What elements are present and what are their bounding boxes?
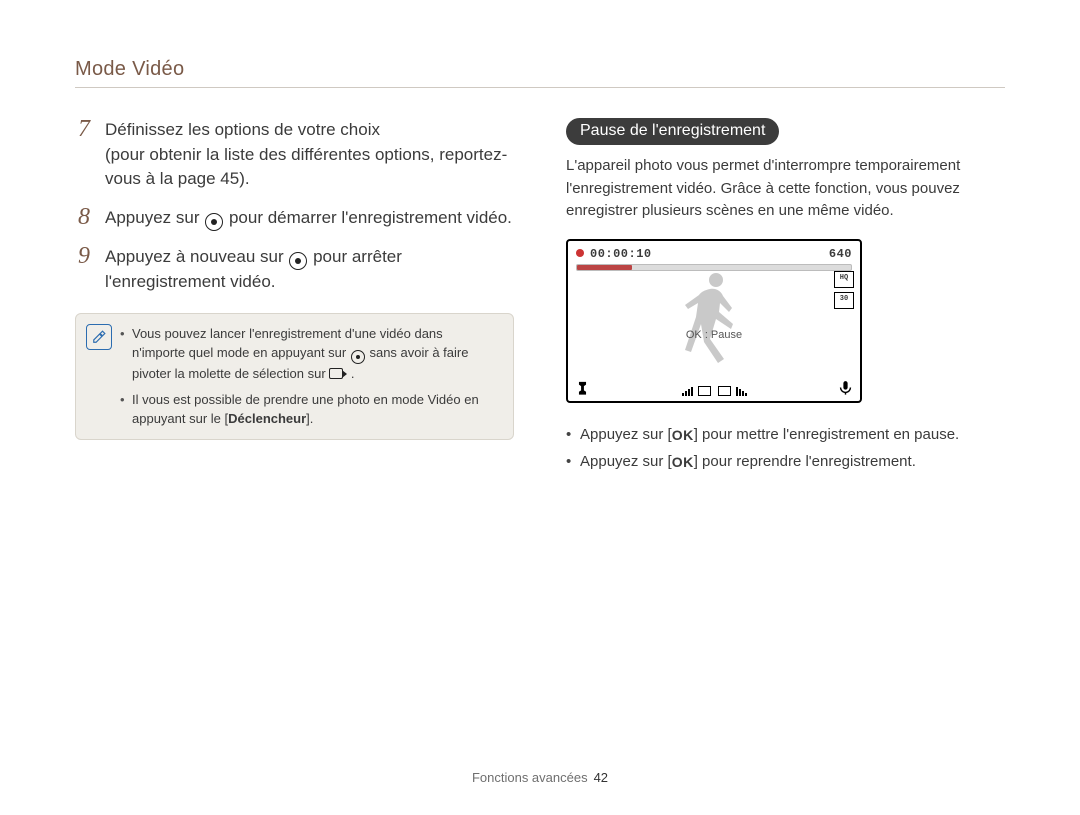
audio-level-meter <box>682 384 747 396</box>
section-pill: Pause de l'enregistrement <box>566 118 779 145</box>
shutter-label: Déclencheur <box>228 411 306 426</box>
microphone-icon <box>837 379 854 396</box>
lcd-top-bar: 00:00:10 640 <box>576 247 852 261</box>
camera-lcd-illustration: 00:00:10 640 HQ 30 OK : Pause <box>566 239 862 403</box>
note-item: Vous pouvez lancer l'enregistrement d'un… <box>120 324 499 384</box>
step-text-a: Définissez les options de votre choix <box>105 120 380 139</box>
page-number: 42 <box>594 770 608 785</box>
page-footer: Fonctions avancées 42 <box>0 770 1080 785</box>
text: ] pour mettre l'enregistrement en pause. <box>694 426 960 443</box>
content-columns: 7 Définissez les options de votre choix … <box>75 118 1005 475</box>
text: ]. <box>306 411 313 426</box>
intro-paragraph: L'appareil photo vous permet d'interromp… <box>566 155 1005 223</box>
page-title: Mode Vidéo <box>75 58 1005 88</box>
record-button-icon <box>351 350 365 364</box>
left-column: 7 Définissez les options de votre choix … <box>75 118 514 475</box>
resolution-label: 640 <box>829 247 852 261</box>
right-column: Pause de l'enregistrement L'appareil pho… <box>566 118 1005 475</box>
note-box: Vous pouvez lancer l'enregistrement d'un… <box>75 313 514 440</box>
video-mode-icon <box>329 368 347 379</box>
record-button-icon <box>289 252 307 270</box>
pencil-icon <box>92 330 106 344</box>
step-text: Appuyez sur pour démarrer l'enregistreme… <box>105 206 514 231</box>
text: pour démarrer l'enregistrement vidéo. <box>229 208 512 227</box>
step-text: Définissez les options de votre choix (p… <box>105 118 514 192</box>
record-button-icon <box>205 213 223 231</box>
note-list: Vous pouvez lancer l'enregistrement d'un… <box>120 324 499 429</box>
lcd-bottom-bar <box>574 379 854 396</box>
step-9: 9 Appuyez à nouveau sur pour arrêter l'e… <box>75 245 514 295</box>
text: Appuyez sur [ <box>580 426 672 443</box>
ok-button-label: OK <box>672 423 694 448</box>
text: Appuyez sur [ <box>580 453 672 470</box>
text: Appuyez sur <box>105 208 204 227</box>
step-text-b: (pour obtenir la liste des différentes o… <box>105 145 507 189</box>
meter-right-label <box>718 386 731 396</box>
step-number: 9 <box>75 244 93 268</box>
step-7: 7 Définissez les options de votre choix … <box>75 118 514 192</box>
step-text: Appuyez à nouveau sur pour arrêter l'enr… <box>105 245 514 295</box>
note-item: Il vous est possible de prendre une phot… <box>120 390 499 429</box>
text: Appuyez à nouveau sur <box>105 247 288 266</box>
step-number: 7 <box>75 117 93 141</box>
footer-section: Fonctions avancées <box>472 770 588 785</box>
list-item: Appuyez sur [OK] pour reprendre l'enregi… <box>566 448 1005 475</box>
dancer-silhouette-icon <box>664 265 764 375</box>
manual-page: Mode Vidéo 7 Définissez les options de v… <box>0 0 1080 815</box>
text: ] pour reprendre l'enregistrement. <box>694 453 916 470</box>
step-number: 8 <box>75 205 93 229</box>
lcd-scene <box>568 261 860 375</box>
note-icon <box>86 324 112 350</box>
stabilizer-icon <box>574 379 591 396</box>
list-item: Appuyez sur [OK] pour mettre l'enregistr… <box>566 421 1005 448</box>
timer-value: 00:00:10 <box>590 247 652 261</box>
ok-button-label: OK <box>672 450 694 475</box>
recording-indicator-icon <box>576 249 584 257</box>
meter-left-label <box>698 386 711 396</box>
lcd-ok-hint: OK : Pause <box>686 329 742 341</box>
right-bullet-list: Appuyez sur [OK] pour mettre l'enregistr… <box>566 421 1005 475</box>
step-8: 8 Appuyez sur pour démarrer l'enregistre… <box>75 206 514 231</box>
text: . <box>351 366 355 381</box>
rec-timer: 00:00:10 <box>576 247 652 261</box>
